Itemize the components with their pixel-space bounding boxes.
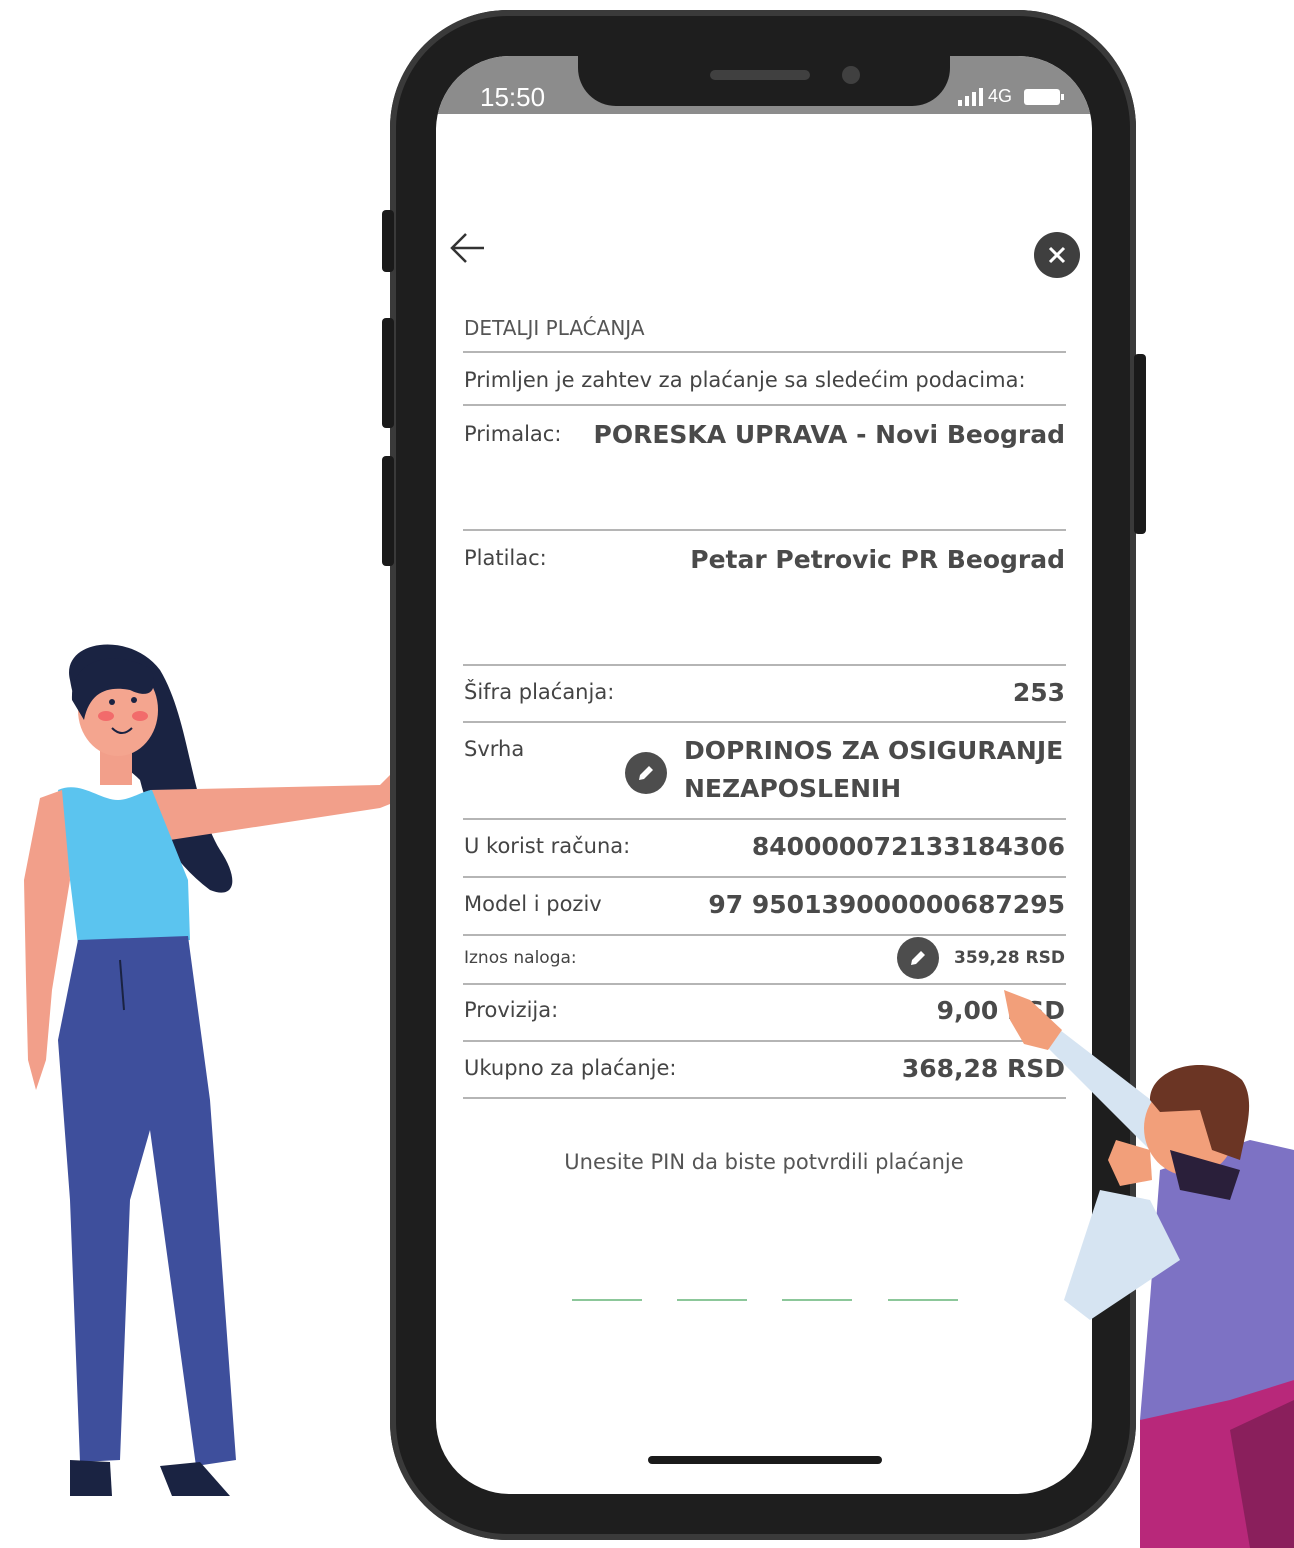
divider <box>463 818 1066 820</box>
divider <box>463 721 1066 723</box>
recipient-label: Primalac: <box>464 422 562 446</box>
payer-value: Petar Petrovic PR Beograd <box>690 545 1065 574</box>
signal-icon <box>958 88 988 106</box>
pencil-icon <box>639 766 653 780</box>
woman-illustration <box>24 644 418 1496</box>
phone-volume-up <box>382 318 394 428</box>
payment-code-label: Šifra plaćanja: <box>464 680 615 704</box>
divider <box>463 404 1066 406</box>
phone-camera <box>842 66 860 84</box>
section-title: DETALJI PLAĆANJA <box>464 316 645 340</box>
amount-label: Iznos naloga: <box>464 948 577 968</box>
divider <box>463 983 1066 985</box>
divider <box>463 1097 1066 1099</box>
purpose-value-line2: NEZAPOSLENIH <box>684 774 902 803</box>
total-label: Ukupno za plaćanje: <box>464 1056 677 1080</box>
divider <box>463 351 1066 353</box>
home-indicator <box>648 1456 882 1464</box>
payment-code-value: 253 <box>1012 678 1065 707</box>
model-label: Model i poziv <box>464 892 602 916</box>
divider <box>463 1040 1066 1042</box>
divider <box>463 876 1066 878</box>
divider <box>463 934 1066 936</box>
back-arrow-icon[interactable] <box>448 230 488 266</box>
recipient-value: PORESKA UPRAVA - Novi Beograd <box>593 420 1065 449</box>
phone-power-button <box>1134 354 1146 534</box>
close-icon[interactable] <box>1034 232 1080 278</box>
purpose-value-line1: DOPRINOS ZA OSIGURANJE <box>684 736 1064 765</box>
purpose-label: Svrha <box>464 737 525 761</box>
divider <box>463 529 1066 531</box>
phone-speaker <box>710 70 810 80</box>
pencil-icon <box>911 951 925 965</box>
phone-silent-switch <box>382 210 394 272</box>
battery-icon <box>1024 88 1066 106</box>
edit-purpose-button[interactable] <box>625 752 667 794</box>
edit-amount-button[interactable] <box>897 937 939 979</box>
account-label: U korist računa: <box>464 834 631 858</box>
status-time: 15:50 <box>480 82 546 112</box>
payer-label: Platilac: <box>464 546 547 570</box>
fee-label: Provizija: <box>464 998 559 1022</box>
model-value: 97 950139000000687295 <box>708 890 1065 919</box>
network-type: 4G <box>988 86 1013 106</box>
pin-digit-4[interactable] <box>888 1299 958 1301</box>
phone-volume-down <box>382 456 394 566</box>
divider <box>463 664 1066 666</box>
amount-value: 359,28 RSD <box>954 948 1065 968</box>
pin-digit-2[interactable] <box>677 1299 747 1301</box>
phone-notch <box>578 30 950 106</box>
pin-digit-1[interactable] <box>572 1299 642 1301</box>
intro-text: Primljen je zahtev za plaćanje sa sledeć… <box>464 368 1026 392</box>
account-value: 840000072133184306 <box>751 832 1065 861</box>
man-illustration <box>1004 990 1294 1548</box>
pin-digit-3[interactable] <box>782 1299 852 1301</box>
